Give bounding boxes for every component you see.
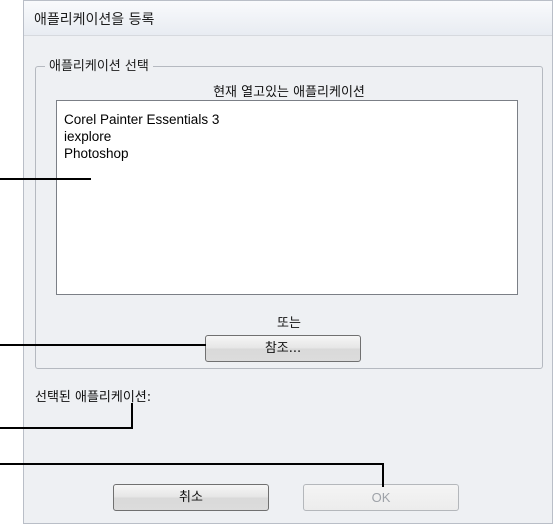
or-label: 또는 [277, 316, 301, 331]
group-legend: 애플리케이션 선택 [45, 55, 153, 74]
ok-button[interactable]: OK [303, 484, 459, 511]
dialog-title: 애플리케이션을 등록 [34, 12, 155, 28]
list-item-app[interactable]: Corel Painter Essentials 3 [64, 111, 510, 128]
browse-button[interactable]: 참조... [205, 335, 361, 362]
callout-line-selected-h [0, 427, 133, 429]
open-apps-label: 현재 열고있는 애플리케이션 [213, 85, 365, 100]
list-item-app[interactable]: Photoshop [64, 145, 510, 162]
callout-line-ok-h [0, 463, 384, 465]
callout-line-browse [0, 344, 206, 346]
open-apps-listbox[interactable]: Corel Painter Essentials 3 iexplore Phot… [56, 100, 518, 295]
register-application-dialog: 애플리케이션을 등록 애플리케이션 선택 현재 열고있는 애플리케이션 Core… [23, 0, 553, 524]
callout-line-selected-v [131, 403, 133, 429]
selected-application-label: 선택된 애플리케이션: [35, 390, 152, 405]
list-item-app[interactable]: iexplore [64, 128, 510, 145]
callout-line-listbox [0, 178, 91, 180]
dialog-titlebar: 애플리케이션을 등록 [24, 1, 552, 36]
cancel-button[interactable]: 취소 [113, 484, 269, 511]
callout-line-ok-v [382, 463, 384, 487]
